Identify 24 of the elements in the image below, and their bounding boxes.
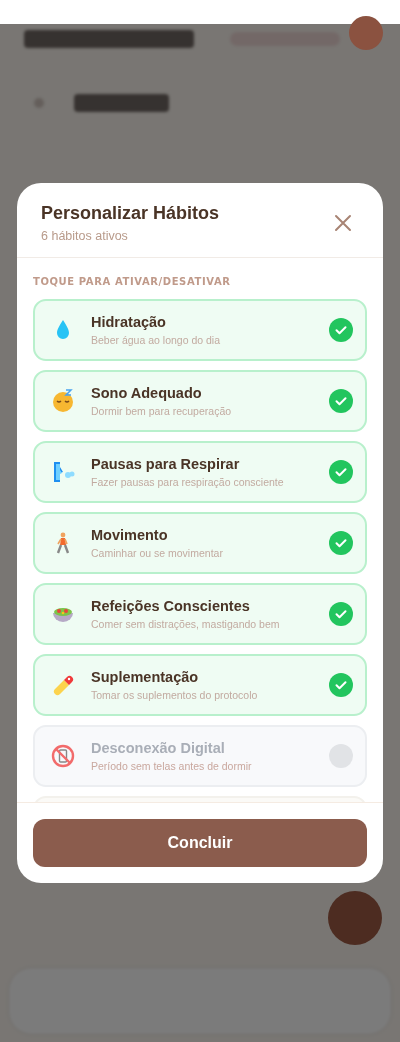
- habit-description: Dormir bem para recuperação: [91, 405, 233, 417]
- habit-item[interactable]: Movimento Caminhar ou se movimentar: [33, 512, 367, 574]
- habit-name: Sono Adequado: [91, 385, 203, 401]
- habit-description: Período sem telas antes de dormir: [91, 760, 253, 772]
- habit-description: Tomar os suplementos do protocolo: [91, 689, 259, 701]
- habit-name: Suplementação: [91, 669, 200, 685]
- habit-description: Fazer pausas para respiração consciente: [91, 476, 285, 488]
- habit-description: Comer sem distrações, mastigando bem: [91, 618, 281, 630]
- habit-name: Refeições Conscientes: [91, 598, 251, 614]
- habit-item[interactable]: Suplementação Tomar os suplementos do protocolo: [33, 654, 367, 716]
- modal-subtitle: 6 hábitos ativos: [41, 229, 129, 243]
- habit-item[interactable]: Refeições Conscientes Comer sem distrações, mastigando bem: [33, 583, 367, 645]
- habit-name: Pausas para Respirar: [91, 456, 241, 472]
- done-button[interactable]: Concluir: [33, 819, 367, 867]
- habit-name: Desconexão Digital: [91, 740, 226, 756]
- habit-item[interactable]: Hidratação Beber água ao longo do dia: [33, 299, 367, 361]
- habit-description: Beber água ao longo do dia: [91, 334, 222, 346]
- habit-name: Movimento: [91, 527, 169, 543]
- habit-name: Hidratação: [91, 314, 167, 330]
- habit-item[interactable]: Pausas para Respirar Fazer pausas para respiração consciente: [33, 441, 367, 503]
- modal-title: Personalizar Hábitos: [41, 203, 220, 224]
- habit-description: Caminhar ou se movimentar: [91, 547, 224, 559]
- section-label: TOQUE PARA ATIVAR/DESATIVAR: [33, 276, 232, 287]
- habit-item[interactable]: Sono Adequado Dormir bem para recuperação: [33, 370, 367, 432]
